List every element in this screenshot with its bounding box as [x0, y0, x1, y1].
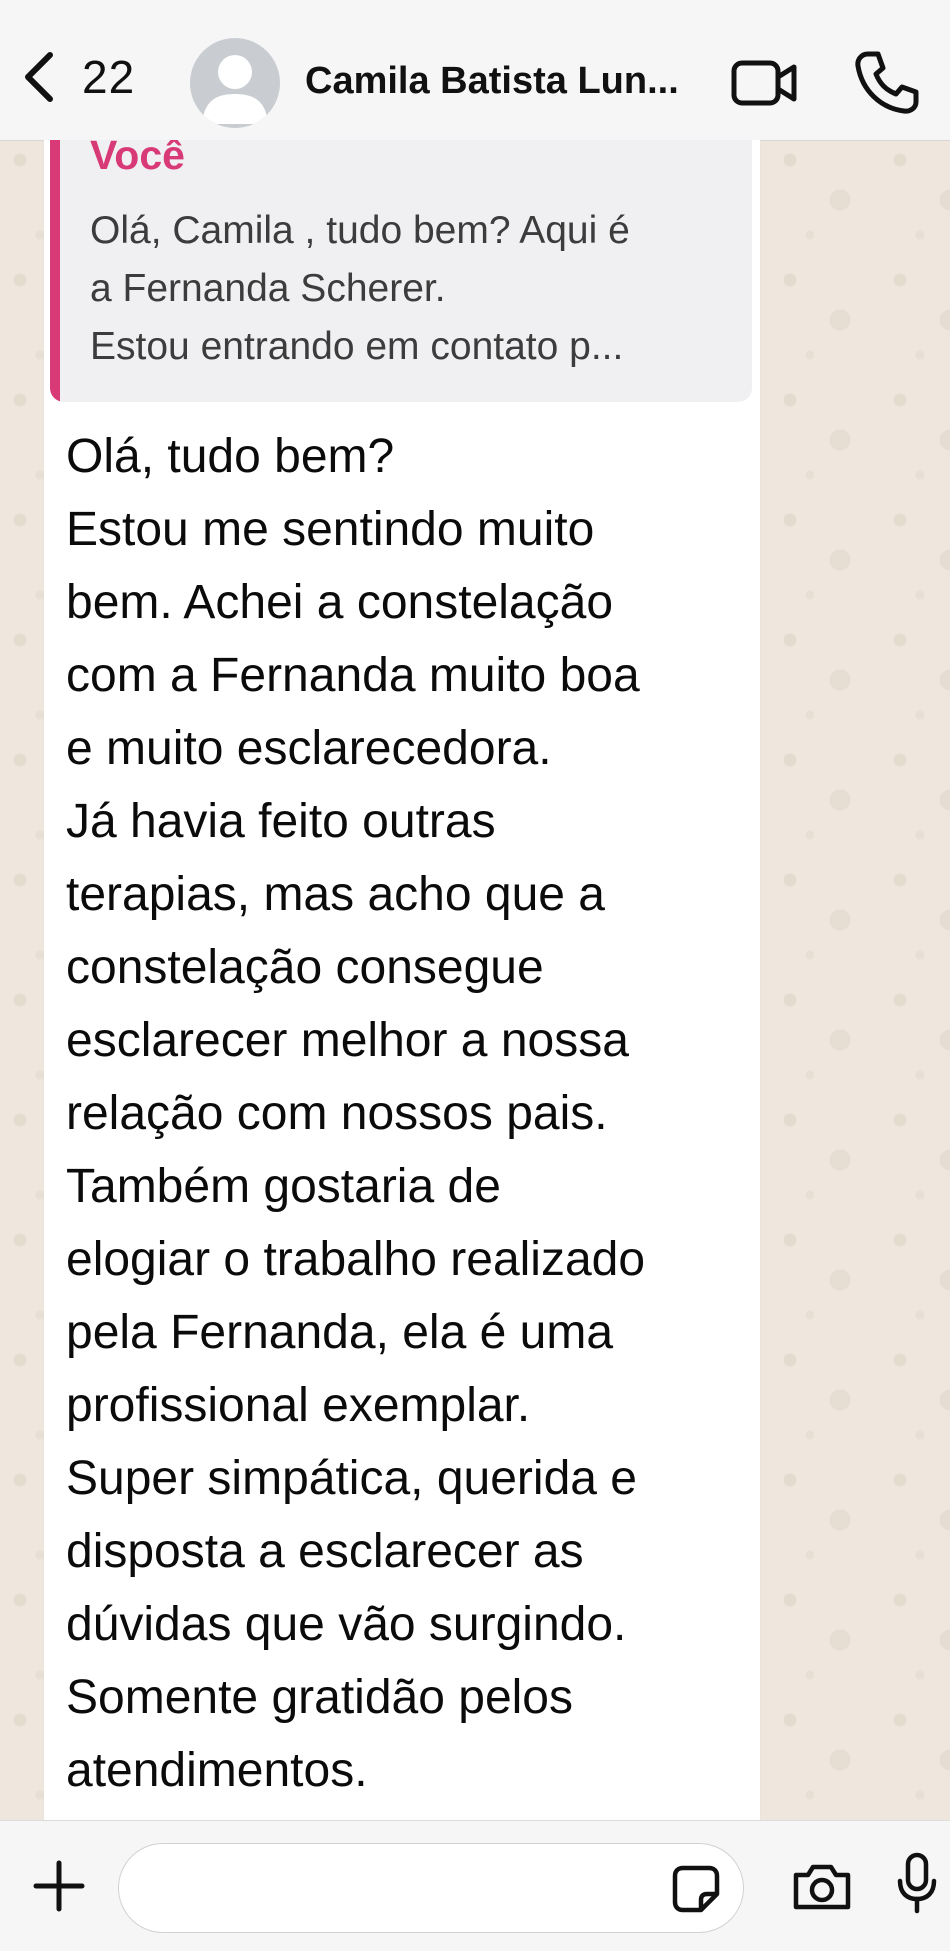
quote-line: Olá, Camila , tudo bem? Aqui é	[90, 209, 630, 252]
message-line: constelação consegue	[66, 941, 544, 994]
message-line: Somente gratidão pelos	[66, 1671, 573, 1724]
message-line: profissional exemplar.	[66, 1379, 531, 1432]
message-line: Estou me sentindo muito	[66, 503, 595, 556]
message-line: pela Fernanda, ela é uma	[66, 1306, 614, 1359]
avatar-icon	[202, 55, 268, 124]
message-line: Olá, tudo bem?	[66, 430, 395, 483]
contact-name[interactable]: Camila Batista Lun...	[305, 60, 705, 103]
message-bubble[interactable]: Você Olá, Camila , tudo bem? Aqui é a Fe…	[44, 140, 760, 1820]
voice-call-button[interactable]	[850, 48, 920, 118]
quoted-message[interactable]: Você Olá, Camila , tudo bem? Aqui é a Fe…	[50, 140, 752, 402]
message-line: Já havia feito outras	[66, 795, 496, 848]
message-line: dúvidas que vão surgindo.	[66, 1598, 627, 1651]
voice-message-button[interactable]	[895, 1851, 939, 1917]
sticker-button[interactable]	[669, 1862, 723, 1916]
quote-accent-bar	[50, 140, 60, 402]
message-line: atendimentos.	[66, 1744, 368, 1797]
sticker-icon	[672, 1865, 720, 1913]
message-line: terapias, mas acho que a	[66, 868, 605, 921]
phone-icon	[855, 51, 919, 114]
message-line: com a Fernanda muito boa	[66, 649, 640, 702]
message-line: elogiar o trabalho realizado	[66, 1233, 646, 1286]
message-line: disposta a esclarecer as	[66, 1525, 584, 1578]
microphone-icon	[897, 1852, 937, 1914]
unread-count: 22	[82, 51, 136, 103]
chat-header: 22 Camila Batista Lun...	[0, 0, 950, 141]
back-button[interactable]: 22	[18, 42, 168, 112]
message-line: Super simpática, querida e	[66, 1452, 637, 1505]
message-line: Também gostaria de	[66, 1160, 501, 1213]
chevron-left-icon	[25, 52, 53, 102]
attach-button[interactable]	[30, 1857, 88, 1915]
message-line: e muito esclarecedora.	[66, 722, 552, 775]
camera-icon	[793, 1864, 851, 1910]
plus-icon	[33, 1860, 85, 1912]
quote-line: Estou entrando em contato p...	[90, 325, 624, 368]
video-call-button[interactable]	[730, 55, 800, 111]
composer-bar	[0, 1820, 950, 1951]
message-line: esclarecer melhor a nossa	[66, 1014, 629, 1067]
video-call-icon	[731, 60, 797, 106]
message-line: relação com nossos pais.	[66, 1087, 608, 1140]
message-text: Olá, tudo bem? Estou me sentindo muito b…	[66, 420, 756, 1807]
quote-text: Olá, Camila , tudo bem? Aqui é a Fernand…	[90, 202, 750, 376]
message-input[interactable]	[118, 1843, 744, 1933]
quote-author: Você	[90, 140, 185, 178]
message-line: bem. Achei a constelação	[66, 576, 614, 629]
camera-button[interactable]	[790, 1859, 854, 1913]
quote-line: a Fernanda Scherer.	[90, 267, 446, 310]
avatar[interactable]	[190, 38, 280, 128]
